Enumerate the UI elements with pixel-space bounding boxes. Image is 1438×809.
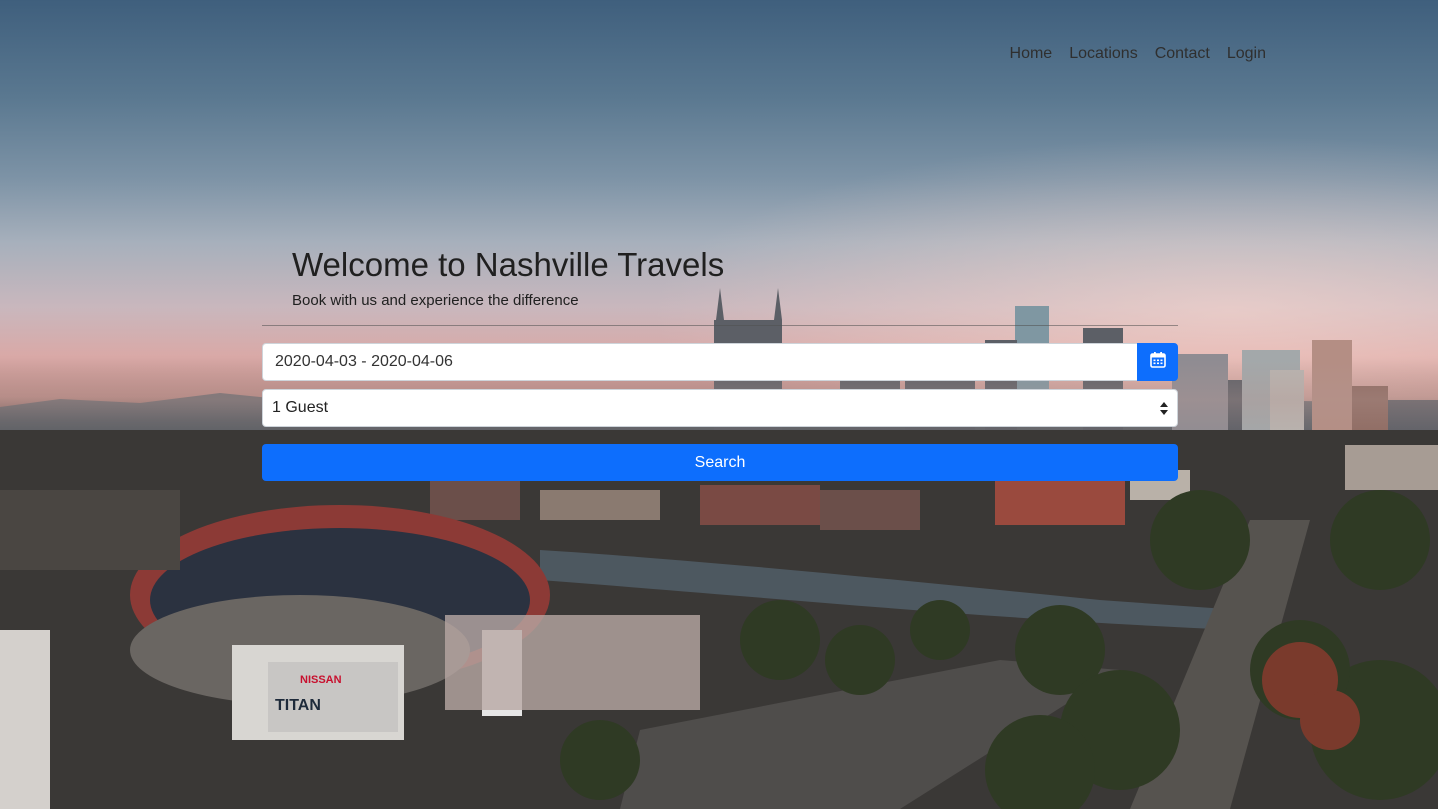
main-nav: Home Locations Contact Login (1010, 44, 1266, 64)
nav-contact-link[interactable]: Contact (1155, 44, 1210, 64)
city-ground: NISSAN TITAN (0, 430, 1438, 809)
search-button[interactable]: Search (262, 444, 1178, 481)
guests-select[interactable]: 1 Guest (262, 389, 1178, 427)
guests-selected-value: 1 Guest (272, 399, 329, 416)
nav-locations-link[interactable]: Locations (1069, 44, 1138, 64)
calendar-button[interactable] (1137, 343, 1178, 381)
svg-text:NISSAN: NISSAN (300, 674, 342, 686)
page-subtitle: Book with us and experience the differen… (292, 292, 579, 309)
hero-intro: Welcome to Nashville Travels Book with u… (292, 244, 724, 309)
select-arrows-icon (1160, 401, 1168, 415)
svg-text:TITAN: TITAN (275, 697, 321, 714)
page-title: Welcome to Nashville Travels (292, 246, 725, 283)
date-range-input[interactable] (262, 343, 1137, 381)
date-range-group (262, 343, 1178, 381)
divider (262, 325, 1178, 326)
nav-login-link[interactable]: Login (1227, 44, 1266, 64)
calendar-icon (1149, 351, 1166, 373)
nav-home-link[interactable]: Home (1010, 44, 1053, 64)
